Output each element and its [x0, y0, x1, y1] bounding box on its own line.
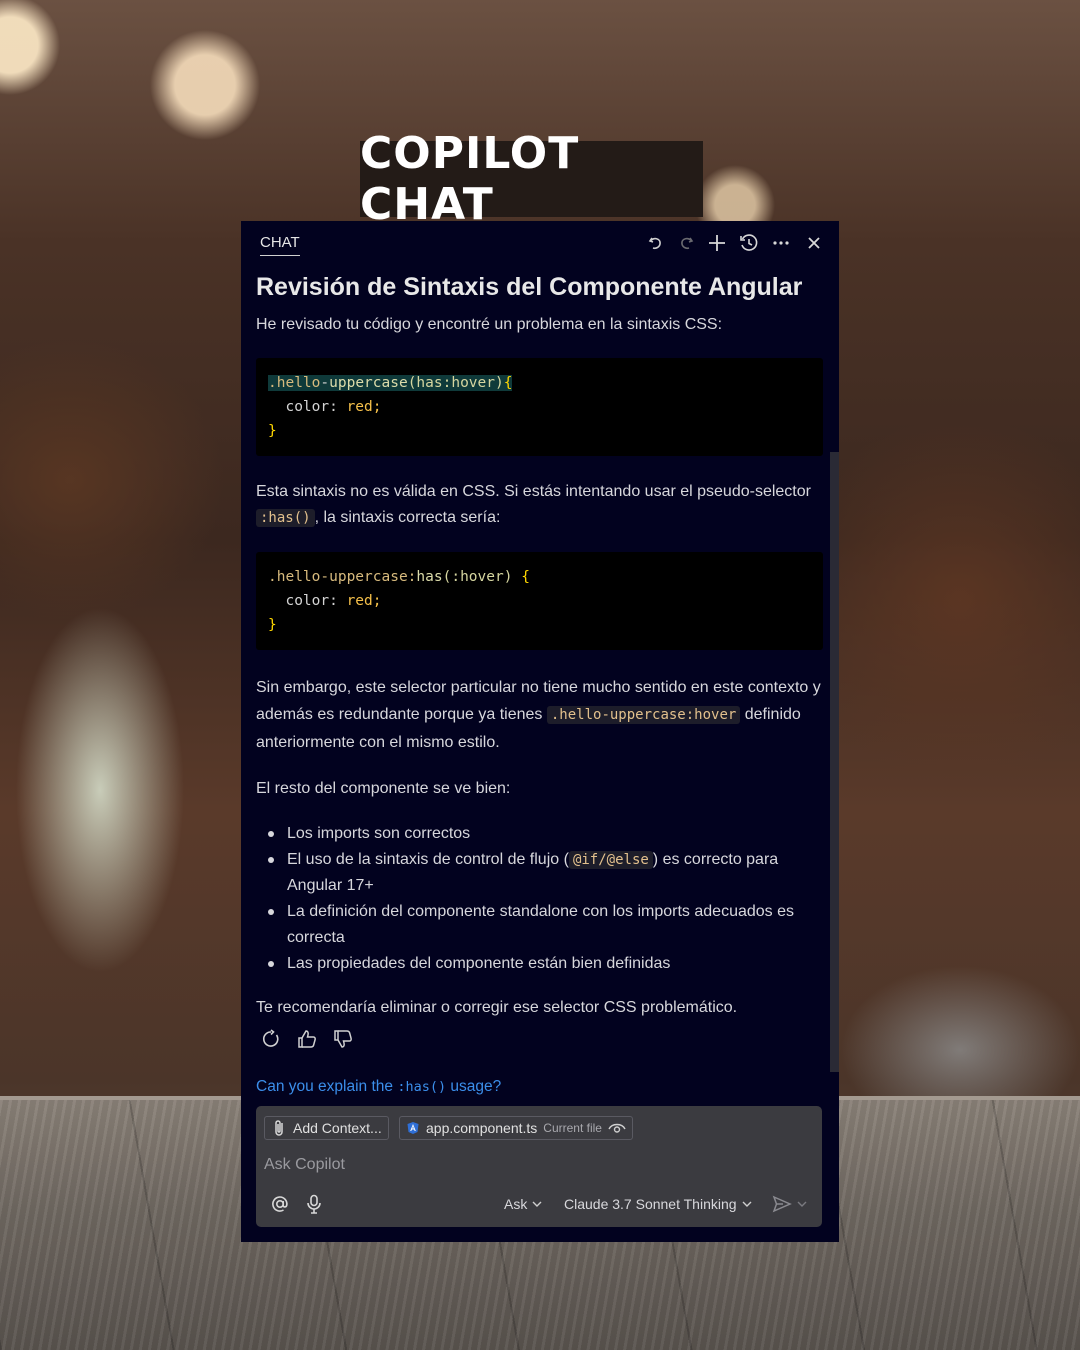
send-icon [772, 1195, 792, 1213]
code-token: color: [268, 399, 347, 415]
chat-input-box: Add Context... app.component.ts Current … [256, 1106, 822, 1227]
list-item: Los imports son correctos [256, 821, 821, 847]
code-token: .hello-uppercase: [268, 569, 417, 585]
code-line: color: red; [268, 589, 823, 613]
code-token: uppercase [329, 375, 408, 391]
redo-icon[interactable] [672, 229, 700, 257]
message-paragraph: Sin embargo, este selector particular no… [256, 674, 821, 756]
code-line: .hello-uppercase:has(:hover) { [268, 565, 823, 589]
text: Esta sintaxis no es válida en CSS. Si es… [256, 483, 811, 500]
chat-panel: CHAT Revisión de Sintaxis del Componente… [241, 221, 839, 1242]
text: Can you explain the [256, 1078, 398, 1095]
code-line: .hello-uppercase(has:hover){ [268, 371, 823, 395]
code-token: red; [346, 593, 382, 609]
thumbs-up-icon[interactable] [295, 1027, 319, 1051]
list-item: La definición del componente standalone … [256, 899, 821, 951]
code-token: - [320, 375, 330, 391]
message-intro: He revisado tu código y encontré un prob… [256, 316, 723, 333]
code-line: color: red; [268, 395, 823, 419]
code-block-invalid[interactable]: .hello-uppercase(has:hover){ color: red;… [256, 358, 823, 456]
code-token: (:hover) [442, 569, 522, 585]
tab-chat[interactable]: CHAT [260, 234, 300, 256]
close-icon[interactable] [800, 229, 828, 257]
code-block-corrected[interactable]: .hello-uppercase:has(:hover) { color: re… [256, 552, 823, 650]
chevron-down-icon [532, 1201, 542, 1207]
list-item: Las propiedades del componente están bie… [256, 951, 821, 977]
text: usage? [446, 1078, 502, 1095]
retry-icon[interactable] [259, 1027, 283, 1051]
eye-icon[interactable] [608, 1121, 626, 1135]
banner-title: COPILOT CHAT [360, 128, 580, 230]
code-token: { [521, 569, 530, 585]
ask-copilot-input[interactable] [264, 1156, 804, 1174]
microphone-icon[interactable] [302, 1192, 326, 1216]
chat-header: CHAT [241, 221, 839, 267]
chevron-down-icon [742, 1201, 752, 1207]
undo-icon[interactable] [642, 229, 670, 257]
code-token: color: [268, 593, 347, 609]
history-icon[interactable] [735, 229, 763, 257]
thumbs-down-icon[interactable] [331, 1027, 355, 1051]
message-title: Revisión de Sintaxis del Componente Angu… [256, 273, 803, 301]
code-token: { [503, 375, 513, 391]
model-dropdown[interactable]: Claude 3.7 Sonnet Thinking [564, 1192, 752, 1216]
mention-icon[interactable] [268, 1192, 292, 1216]
mode-dropdown[interactable]: Ask [504, 1192, 542, 1216]
current-file-chip[interactable]: app.component.ts Current file [399, 1116, 633, 1140]
inline-code: @if/@else [568, 851, 653, 869]
text: El uso de la sintaxis de control de fluj… [287, 851, 569, 868]
text: , la sintaxis correcta sería: [314, 509, 501, 526]
paperclip-icon [275, 1120, 283, 1136]
more-icon[interactable] [767, 229, 795, 257]
inline-code: :has() [397, 1079, 447, 1095]
inline-code: :has() [256, 509, 315, 527]
message-paragraph: Esta sintaxis no es válida en CSS. Si es… [256, 479, 821, 531]
add-context-button[interactable]: Add Context... [264, 1116, 389, 1140]
send-button[interactable] [772, 1192, 807, 1216]
add-context-label: Add Context... [293, 1120, 382, 1136]
message-closing: Te recomendaría eliminar o corregir ese … [256, 999, 738, 1016]
feedback-bar [259, 1027, 355, 1051]
code-token: (has:hover) [407, 375, 504, 391]
code-line: } [268, 613, 823, 637]
model-label: Claude 3.7 Sonnet Thinking [564, 1196, 737, 1212]
code-line: } [268, 419, 823, 443]
code-token: .hello [268, 375, 321, 391]
scrollbar[interactable] [830, 452, 839, 1072]
angular-file-icon [407, 1122, 419, 1134]
code-token: red; [346, 399, 382, 415]
code-token: } [268, 617, 277, 633]
message-paragraph: El resto del componente se ve bien: [256, 780, 511, 797]
plus-icon[interactable] [703, 229, 731, 257]
code-token: } [268, 423, 277, 439]
bullet-list: Los imports son correctos El uso de la s… [256, 821, 821, 977]
file-name: app.component.ts [426, 1120, 538, 1136]
code-token: has [416, 569, 443, 585]
title-banner: COPILOT CHAT [360, 128, 703, 230]
file-tag: Current file [543, 1121, 602, 1135]
inline-code: .hello-uppercase:hover [546, 706, 741, 724]
list-item: El uso de la sintaxis de control de fluj… [256, 847, 821, 899]
mode-label: Ask [504, 1196, 528, 1212]
chevron-down-icon [797, 1201, 807, 1207]
suggested-prompt-link[interactable]: Can you explain the :has() usage? [256, 1078, 501, 1096]
